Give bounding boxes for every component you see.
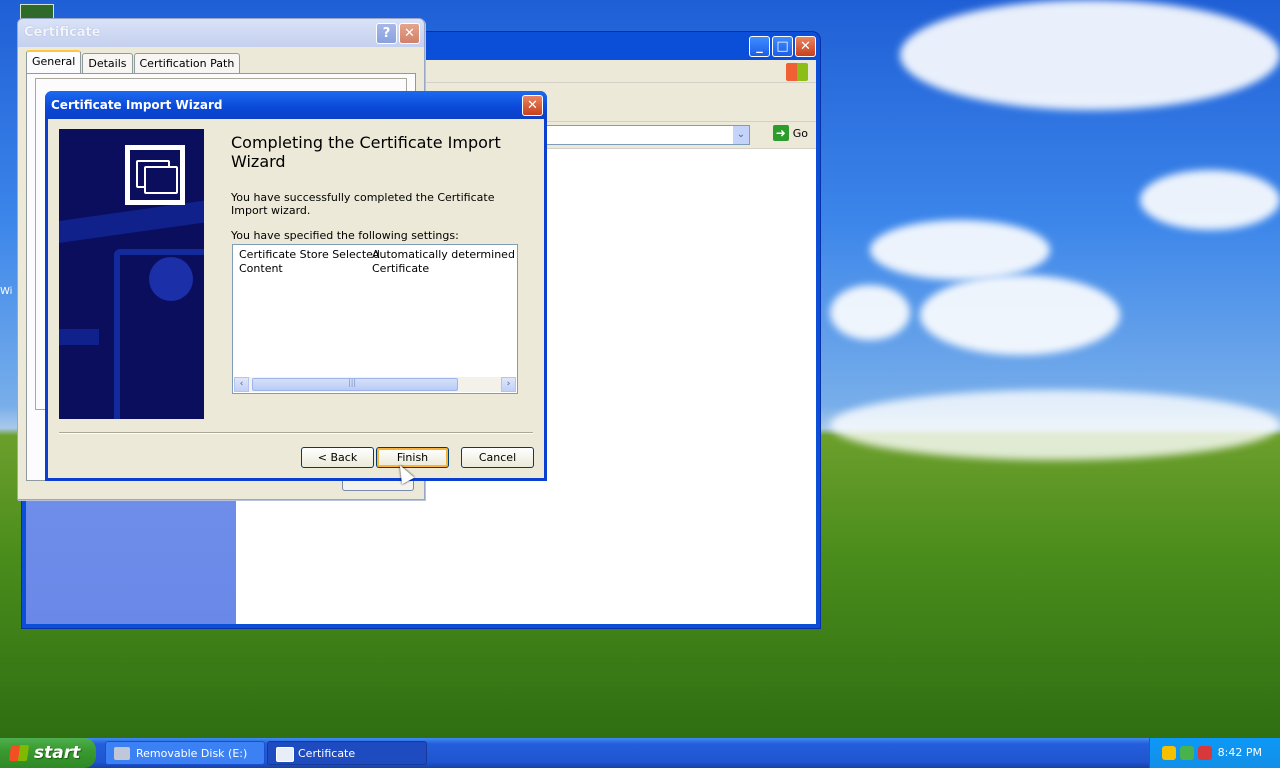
- taskbar-item-label: Removable Disk (E:): [136, 747, 248, 760]
- cloud: [920, 275, 1120, 355]
- tab-certification-path[interactable]: Certification Path: [133, 53, 241, 74]
- wizard-banner: [59, 129, 204, 419]
- cancel-button[interactable]: Cancel: [461, 447, 534, 468]
- close-button[interactable]: ✕: [795, 36, 816, 57]
- scroll-left-button[interactable]: ‹: [234, 377, 249, 392]
- alert-shield-icon[interactable]: [1198, 746, 1212, 760]
- wizard-body: Completing the Certificate Import Wizard…: [48, 119, 544, 478]
- cloud: [830, 390, 1280, 460]
- wizard-title: Certificate Import Wizard: [45, 91, 547, 119]
- security-shield-icon[interactable]: [1162, 746, 1176, 760]
- setting-name: Content: [239, 262, 283, 275]
- maximize-button[interactable]: □: [772, 36, 793, 57]
- back-button[interactable]: < Back: [301, 447, 374, 468]
- divider: [59, 432, 533, 434]
- setting-value: Certificate: [372, 262, 430, 275]
- setting-value: Automatically determined by t: [372, 248, 517, 261]
- wizard-heading: Completing the Certificate Import Wizard: [231, 133, 501, 171]
- success-text: You have successfully completed the Cert…: [231, 191, 495, 217]
- certificate-icon: [125, 145, 185, 205]
- minimize-button[interactable]: _: [749, 36, 770, 57]
- scroll-right-button[interactable]: ›: [501, 377, 516, 392]
- import-wizard-dialog: Certificate Import Wizard ✕ Completing t…: [45, 91, 547, 481]
- certificate-card-shape: [144, 166, 178, 194]
- window-controls: _ □ ✕: [749, 36, 816, 57]
- cloud: [830, 285, 910, 340]
- help-button[interactable]: ?: [376, 23, 397, 44]
- tab-general[interactable]: General: [26, 50, 82, 75]
- cloud: [900, 0, 1280, 110]
- taskbar-item-certificate[interactable]: Certificate: [267, 741, 427, 765]
- certificate-dialog-title: Certificate: [24, 25, 101, 40]
- tab-details[interactable]: Details: [82, 53, 133, 74]
- start-label: start: [34, 743, 81, 763]
- drive-icon: [114, 747, 130, 760]
- cloud: [1140, 170, 1280, 230]
- tab-strip: General Details Certification Path: [26, 50, 241, 75]
- horizontal-scrollbar[interactable]: ‹ ||| ›: [234, 377, 516, 392]
- certificate-icon-background: [130, 150, 180, 200]
- go-arrow-icon: ➜: [772, 125, 789, 141]
- system-tray: 8:42 PM: [1149, 738, 1280, 768]
- go-label: Go: [792, 126, 808, 140]
- start-button[interactable]: start: [0, 738, 96, 768]
- settings-list[interactable]: Certificate Store Selected Automatically…: [232, 244, 518, 394]
- banner-decoration: [59, 329, 99, 345]
- chevron-down-icon[interactable]: ⌄: [733, 126, 749, 144]
- close-button[interactable]: ✕: [522, 95, 543, 116]
- grip-icon: |||: [348, 378, 357, 387]
- scroll-thumb[interactable]: |||: [252, 378, 458, 391]
- finish-button[interactable]: Finish: [376, 447, 449, 468]
- windows-logo-icon: [786, 63, 808, 81]
- go-button[interactable]: ➜ Go: [772, 125, 808, 141]
- taskbar-item-removable-disk[interactable]: Removable Disk (E:): [105, 741, 265, 765]
- window-icon: [276, 747, 294, 762]
- setting-name: Certificate Store Selected: [239, 248, 380, 261]
- certificate-dialog-controls: ? ✕: [376, 23, 420, 44]
- taskbar: start Removable Disk (E:) Certificate 8:…: [0, 738, 1280, 768]
- cloud: [870, 220, 1050, 280]
- windows-flag-icon: [8, 745, 30, 761]
- network-icon[interactable]: [1180, 746, 1194, 760]
- banner-decoration: [149, 257, 193, 301]
- desktop-icon-label: Wi: [0, 286, 13, 297]
- certificate-dialog-titlebar: Certificate: [18, 19, 424, 47]
- taskbar-item-label: Certificate: [298, 747, 356, 760]
- clock[interactable]: 8:42 PM: [1218, 738, 1262, 768]
- settings-label: You have specified the following setting…: [231, 229, 459, 242]
- close-button[interactable]: ✕: [399, 23, 420, 44]
